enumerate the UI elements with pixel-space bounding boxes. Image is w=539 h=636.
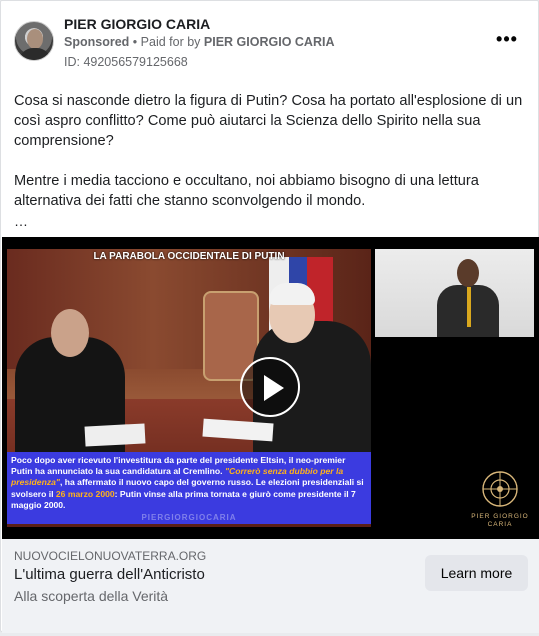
learn-more-button[interactable]: Learn more bbox=[425, 555, 528, 591]
see-more-ellipsis[interactable]: … bbox=[14, 213, 28, 229]
scene-papers-left bbox=[84, 423, 146, 447]
caption-date: 26 marzo 2000 bbox=[55, 488, 115, 499]
sponsored-meta: Sponsored • Paid for by PIER GIORGIO CAR… bbox=[64, 35, 334, 49]
paid-for-text: Paid for by bbox=[140, 35, 201, 49]
page-name-link[interactable]: PIER GIORGIO CARIA bbox=[64, 16, 210, 32]
avatar-face bbox=[27, 29, 43, 49]
post-text: Cosa si nasconde dietro la figura di Put… bbox=[14, 91, 526, 211]
ad-id: ID: 492056579125668 bbox=[64, 55, 188, 69]
video-title-overlay: LA PARABOLA OCCIDENTALE DI PUTIN bbox=[93, 251, 285, 262]
more-options-icon[interactable]: ••• bbox=[493, 29, 521, 53]
sponsored-post-card: PIER GIORGIO CARIA Sponsored • Paid for … bbox=[0, 0, 539, 633]
scene-person-right-hair bbox=[269, 283, 315, 305]
link-domain: NUOVOCIELONUOVATERRA.ORG bbox=[14, 549, 207, 563]
brand-logo-text: PIER GIORGIO CARIA bbox=[462, 513, 538, 529]
avatar-body bbox=[19, 48, 51, 60]
video-caption: Poco dopo aver ricevuto l'investitura da… bbox=[7, 452, 371, 524]
page-avatar[interactable] bbox=[14, 21, 54, 61]
brand-logo-line1: PIER GIORGIO bbox=[471, 513, 529, 520]
caption-watermark: PIERGIORGIOCARIA bbox=[141, 512, 237, 522]
presenter-inset bbox=[375, 249, 534, 337]
video-player[interactable]: LA PARABOLA OCCIDENTALE DI PUTIN Poco do… bbox=[2, 237, 539, 539]
post-header: PIER GIORGIO CARIA Sponsored • Paid for … bbox=[1, 1, 538, 81]
payer-name: PIER GIORGIO CARIA bbox=[203, 35, 335, 49]
presenter-tie bbox=[467, 287, 471, 327]
scene-person-left-head bbox=[51, 309, 89, 357]
link-headline[interactable]: L'ultima guerra dell'Anticristo bbox=[14, 566, 205, 583]
meta-separator: • bbox=[132, 35, 138, 49]
link-preview[interactable]: NUOVOCIELONUOVATERRA.ORG L'ultima guerra… bbox=[2, 539, 539, 633]
post-paragraph-1: Cosa si nasconde dietro la figura di Put… bbox=[14, 93, 523, 149]
sponsored-label[interactable]: Sponsored bbox=[64, 35, 129, 49]
link-description: Alla scoperta della Verità bbox=[14, 588, 169, 604]
play-icon[interactable] bbox=[240, 357, 300, 417]
presenter-head bbox=[457, 259, 479, 287]
post-paragraph-2: Mentre i media tacciono e occultano, noi… bbox=[14, 173, 479, 209]
brand-logo-icon bbox=[482, 471, 518, 507]
brand-logo-line2: CARIA bbox=[487, 521, 513, 528]
